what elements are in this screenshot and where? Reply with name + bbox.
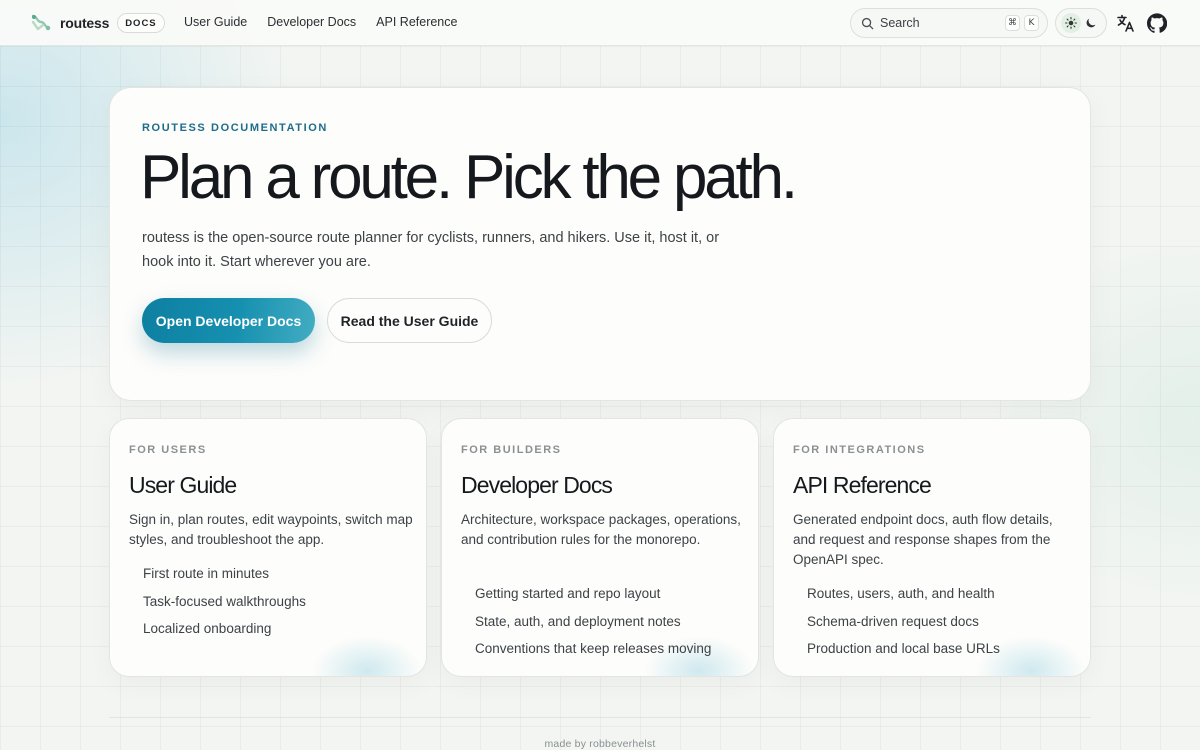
github-icon <box>1147 13 1167 33</box>
list-item: Routes, users, auth, and health <box>807 586 995 601</box>
routess-logo-icon <box>31 14 51 31</box>
moon-icon <box>1086 18 1096 28</box>
list-item: Localized onboarding <box>143 621 272 636</box>
card-description: Sign in, plan routes, edit waypoints, sw… <box>129 512 413 547</box>
list-item: Production and local base URLs <box>807 641 1000 656</box>
card-glow <box>312 636 422 676</box>
hero-description: routess is the open-source route planner… <box>142 230 720 270</box>
open-developer-docs-button[interactable]: Open Developer Docs <box>142 298 315 343</box>
theme-toggle <box>1055 8 1107 38</box>
read-user-guide-button[interactable]: Read the User Guide <box>327 298 492 343</box>
card-feature-list: Routes, users, auth, and health Schema-d… <box>807 584 1000 667</box>
nav-link-api-reference[interactable]: API Reference <box>376 15 457 29</box>
brand[interactable]: routess DOCS <box>31 13 165 33</box>
card-title: Developer Docs <box>461 472 613 498</box>
github-link[interactable] <box>1147 13 1167 33</box>
list-item: State, auth, and deployment notes <box>475 613 681 629</box>
list-item: Conventions that keep releases moving <box>475 641 712 656</box>
hero-title: Plan a route. Pick the path. <box>140 143 798 212</box>
list-item: Schema-driven request docs <box>807 613 979 629</box>
card-title: API Reference <box>793 472 932 498</box>
docs-badge: DOCS <box>117 13 165 33</box>
card-developer-docs[interactable]: FOR BUILDERS Developer Docs Architecture… <box>441 418 759 677</box>
card-feature-list: First route in minutes Task-focused walk… <box>143 564 306 647</box>
list-item: Task-focused walkthroughs <box>143 593 306 609</box>
brand-name: routess <box>60 15 110 31</box>
dark-theme-button[interactable] <box>1081 13 1101 33</box>
card-user-guide[interactable]: FOR USERS User Guide Sign in, plan route… <box>109 418 427 677</box>
nav-link-developer-docs[interactable]: Developer Docs <box>267 15 356 29</box>
shortcut-key-command: ⌘ <box>1005 15 1020 31</box>
search-icon <box>861 17 874 29</box>
light-theme-button[interactable] <box>1061 13 1081 33</box>
footer-credit: made by robbeverhelst <box>544 738 656 750</box>
search-button[interactable]: Search ⌘ K <box>850 8 1048 38</box>
footer-divider <box>109 717 1091 718</box>
primary-nav: User Guide Developer Docs API Reference <box>184 15 457 29</box>
card-feature-list: Getting started and repo layout State, a… <box>475 584 711 667</box>
list-item: Getting started and repo layout <box>475 586 661 601</box>
card-eyebrow: FOR BUILDERS <box>461 444 562 456</box>
shortcut-key-k: K <box>1024 15 1039 31</box>
card-eyebrow: FOR USERS <box>129 444 207 456</box>
top-navigation-bar: routess DOCS User Guide Developer Docs A… <box>0 0 1200 46</box>
hero-eyebrow: ROUTESS DOCUMENTATION <box>142 122 328 134</box>
card-eyebrow: FOR INTEGRATIONS <box>793 444 926 456</box>
card-api-reference[interactable]: FOR INTEGRATIONS API Reference Generated… <box>773 418 1091 677</box>
list-item: First route in minutes <box>143 566 270 581</box>
language-button[interactable] <box>1116 13 1136 33</box>
sun-icon <box>1065 17 1077 29</box>
hero-card: ROUTESS DOCUMENTATION Plan a route. Pick… <box>109 87 1091 401</box>
nav-link-user-guide[interactable]: User Guide <box>184 15 247 29</box>
translate-icon <box>1117 14 1134 32</box>
card-description: Generated endpoint docs, auth flow detai… <box>793 512 1053 567</box>
search-label: Search <box>880 16 920 30</box>
card-description: Architecture, workspace packages, operat… <box>461 512 741 547</box>
card-title: User Guide <box>129 472 237 498</box>
